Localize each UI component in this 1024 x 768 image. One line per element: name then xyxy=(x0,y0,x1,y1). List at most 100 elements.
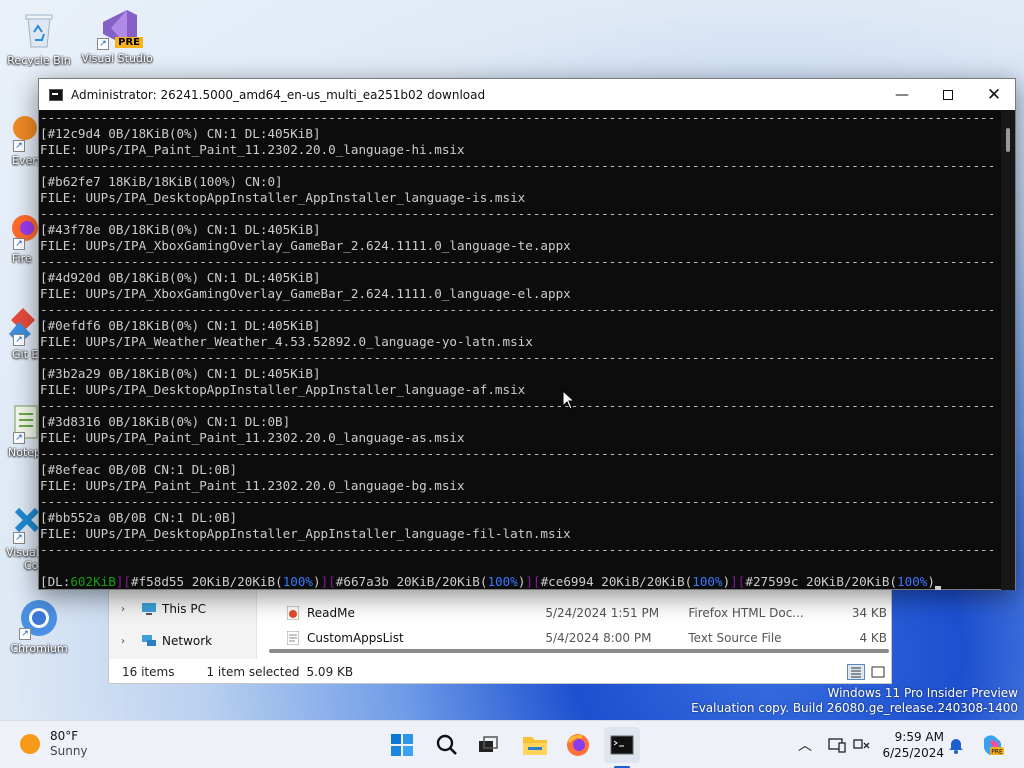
summary-item-id: #667a3b xyxy=(335,574,389,589)
show-hidden-icons-button[interactable]: ︿ xyxy=(795,735,815,755)
desktop-icon-label: Visual Studio xyxy=(81,52,153,65)
recycle-bin-icon xyxy=(19,10,59,50)
mouse-pointer-icon xyxy=(562,390,576,410)
task-view-button[interactable] xyxy=(470,727,506,763)
download-status-line: [#43f78e 0B/18KiB(0%) CN:1 DL:405KiB] xyxy=(40,222,321,237)
weather-widget[interactable]: 80°F Sunny xyxy=(20,729,88,759)
separator-line: ----------------------------------------… xyxy=(40,350,997,365)
firefox-taskbar-button[interactable] xyxy=(560,727,596,763)
visual-studio-icon: PRE ↗ xyxy=(97,8,143,50)
pane-divider[interactable] xyxy=(256,589,257,659)
search-button[interactable] xyxy=(429,727,465,763)
bell-icon xyxy=(949,739,963,754)
desktop-icon-recycle-bin[interactable]: Recycle Bin xyxy=(2,10,76,67)
this-pc-icon xyxy=(141,602,157,616)
terminal-scrollbar[interactable] xyxy=(1001,110,1015,590)
summary-item-end: ) xyxy=(927,574,935,589)
download-file-line: FILE: UUPs/IPA_Weather_Weather_4.53.5289… xyxy=(40,334,533,349)
download-status-line: [#0efdf6 0B/18KiB(0%) CN:1 DL:405KiB] xyxy=(40,318,321,333)
weather-temp: 80°F xyxy=(50,729,79,743)
terminal-icon xyxy=(610,735,634,755)
file-date: 5/24/2024 1:51 PM xyxy=(545,606,660,620)
desktop-icon-visual-studio[interactable]: PRE ↗ Visual Studio xyxy=(80,8,154,65)
network-volume-button[interactable] xyxy=(852,735,872,755)
close-button[interactable]: ✕ xyxy=(971,79,1017,110)
notifications-button[interactable] xyxy=(946,735,966,755)
file-type: Firefox HTML Doc... xyxy=(688,606,804,620)
summary-item-size: 20KiB/20KiB( xyxy=(191,574,283,589)
tray-app-button[interactable] xyxy=(827,735,847,755)
summary-item-size: 20KiB/20KiB( xyxy=(806,574,898,589)
vscode-icon: ↗ xyxy=(0,502,40,544)
download-file-line: FILE: UUPs/IPA_Paint_Paint_11.2302.20.0_… xyxy=(40,478,465,493)
file-explorer-taskbar-button[interactable] xyxy=(517,727,553,763)
download-status-line: [#b62fe7 18KiB/18KiB(100%) CN:0] xyxy=(40,174,283,189)
file-type: Text Source File xyxy=(688,631,782,645)
large-icons-view-button[interactable] xyxy=(869,664,887,680)
shortcut-arrow-icon: ↗ xyxy=(13,334,25,346)
text-file-icon xyxy=(287,631,300,645)
terminal-output[interactable]: ----------------------------------------… xyxy=(39,110,997,590)
start-button[interactable] xyxy=(384,727,420,763)
separator-line: ----------------------------------------… xyxy=(40,542,997,557)
maximize-button[interactable] xyxy=(925,79,971,110)
everything-icon: ↗ xyxy=(0,110,39,152)
download-file-line: FILE: UUPs/IPA_XboxGamingOverlay_GameBar… xyxy=(40,286,571,301)
shortcut-arrow-icon: ↗ xyxy=(13,432,25,444)
clock[interactable]: 9:59 AM 6/25/2024 xyxy=(882,729,944,761)
summary-bracket: [ xyxy=(40,574,48,589)
download-file-line: FILE: UUPs/IPA_Paint_Paint_11.2302.20.0_… xyxy=(40,430,465,445)
download-status-line: [#12c9d4 0B/18KiB(0%) CN:1 DL:405KiB] xyxy=(40,126,321,141)
status-selected: 1 item selected xyxy=(206,665,300,679)
network-icon xyxy=(141,634,157,648)
status-size: 5.09 KB xyxy=(306,665,354,679)
file-size: 34 KB xyxy=(851,606,887,620)
file-row[interactable]: CustomAppsList 5/4/2024 8:00 PM Text Sou… xyxy=(287,631,887,645)
close-icon: ✕ xyxy=(986,84,1002,105)
download-file-line: FILE: UUPs/IPA_DesktopAppInstaller_AppIn… xyxy=(40,526,571,541)
chevron-right-icon[interactable]: › xyxy=(121,604,133,615)
watermark-line-2: Evaluation copy. Build 26080.ge_release.… xyxy=(691,701,1018,715)
file-row[interactable]: ReadMe 5/24/2024 1:51 PM Firefox HTML Do… xyxy=(286,603,887,623)
shortcut-arrow-icon: ↗ xyxy=(13,140,25,152)
scrollbar-thumb[interactable] xyxy=(1006,128,1010,152)
clock-date: 6/25/2024 xyxy=(882,746,944,760)
summary-item-pct: 100% xyxy=(487,574,518,589)
network-status-icon xyxy=(853,739,870,749)
notepad-icon: ↗ xyxy=(0,402,39,444)
shortcut-arrow-icon: ↗ xyxy=(97,38,109,50)
terminal-taskbar-button[interactable] xyxy=(604,727,640,763)
separator-line: ----------------------------------------… xyxy=(40,206,997,221)
pre-badge: PRE xyxy=(115,37,143,48)
terminal-title-bar[interactable]: Administrator: 26241.5000_amd64_en-us_mu… xyxy=(39,79,1015,110)
summary-bracket: ][ xyxy=(730,574,746,589)
nav-item-label: Network xyxy=(162,634,213,648)
chromium-icon: ↗ xyxy=(19,598,59,640)
desktop-icon-chromium[interactable]: ↗ Chromium xyxy=(2,598,76,655)
file-explorer-icon xyxy=(523,737,547,755)
text-cursor xyxy=(934,586,941,590)
status-bar: 16 items 1 item selected 5.09 KB xyxy=(109,661,891,683)
summary-item-end: ) xyxy=(313,574,321,589)
file-name: ReadMe xyxy=(307,606,355,620)
chevron-right-icon[interactable]: › xyxy=(121,636,133,647)
copilot-button[interactable]: PRE xyxy=(980,733,1004,757)
firefox-icon xyxy=(567,734,589,756)
horizontal-scrollbar[interactable] xyxy=(269,649,889,653)
separator-line: ----------------------------------------… xyxy=(40,446,997,461)
summary-item-id: #27599c xyxy=(745,574,799,589)
file-explorer-window: › This PC › Network ReadMe 5/24/2024 1:5… xyxy=(108,588,892,684)
shortcut-arrow-icon: ↗ xyxy=(19,628,31,640)
summary-item-id: #f58d55 xyxy=(131,574,185,589)
summary-bracket: ][ xyxy=(115,574,132,589)
console-icon xyxy=(49,88,63,101)
summary-item-id: #ce6994 xyxy=(540,574,594,589)
details-view-button[interactable] xyxy=(847,664,865,680)
summary-dl-value: 602KiB xyxy=(70,574,116,589)
nav-item-network[interactable]: › Network xyxy=(121,631,212,651)
terminal-window[interactable]: Administrator: 26241.5000_amd64_en-us_mu… xyxy=(38,78,1016,590)
summary-item-pct: 100% xyxy=(282,574,314,589)
minimize-button[interactable]: — xyxy=(879,79,925,110)
nav-item-this-pc[interactable]: › This PC xyxy=(121,599,206,619)
